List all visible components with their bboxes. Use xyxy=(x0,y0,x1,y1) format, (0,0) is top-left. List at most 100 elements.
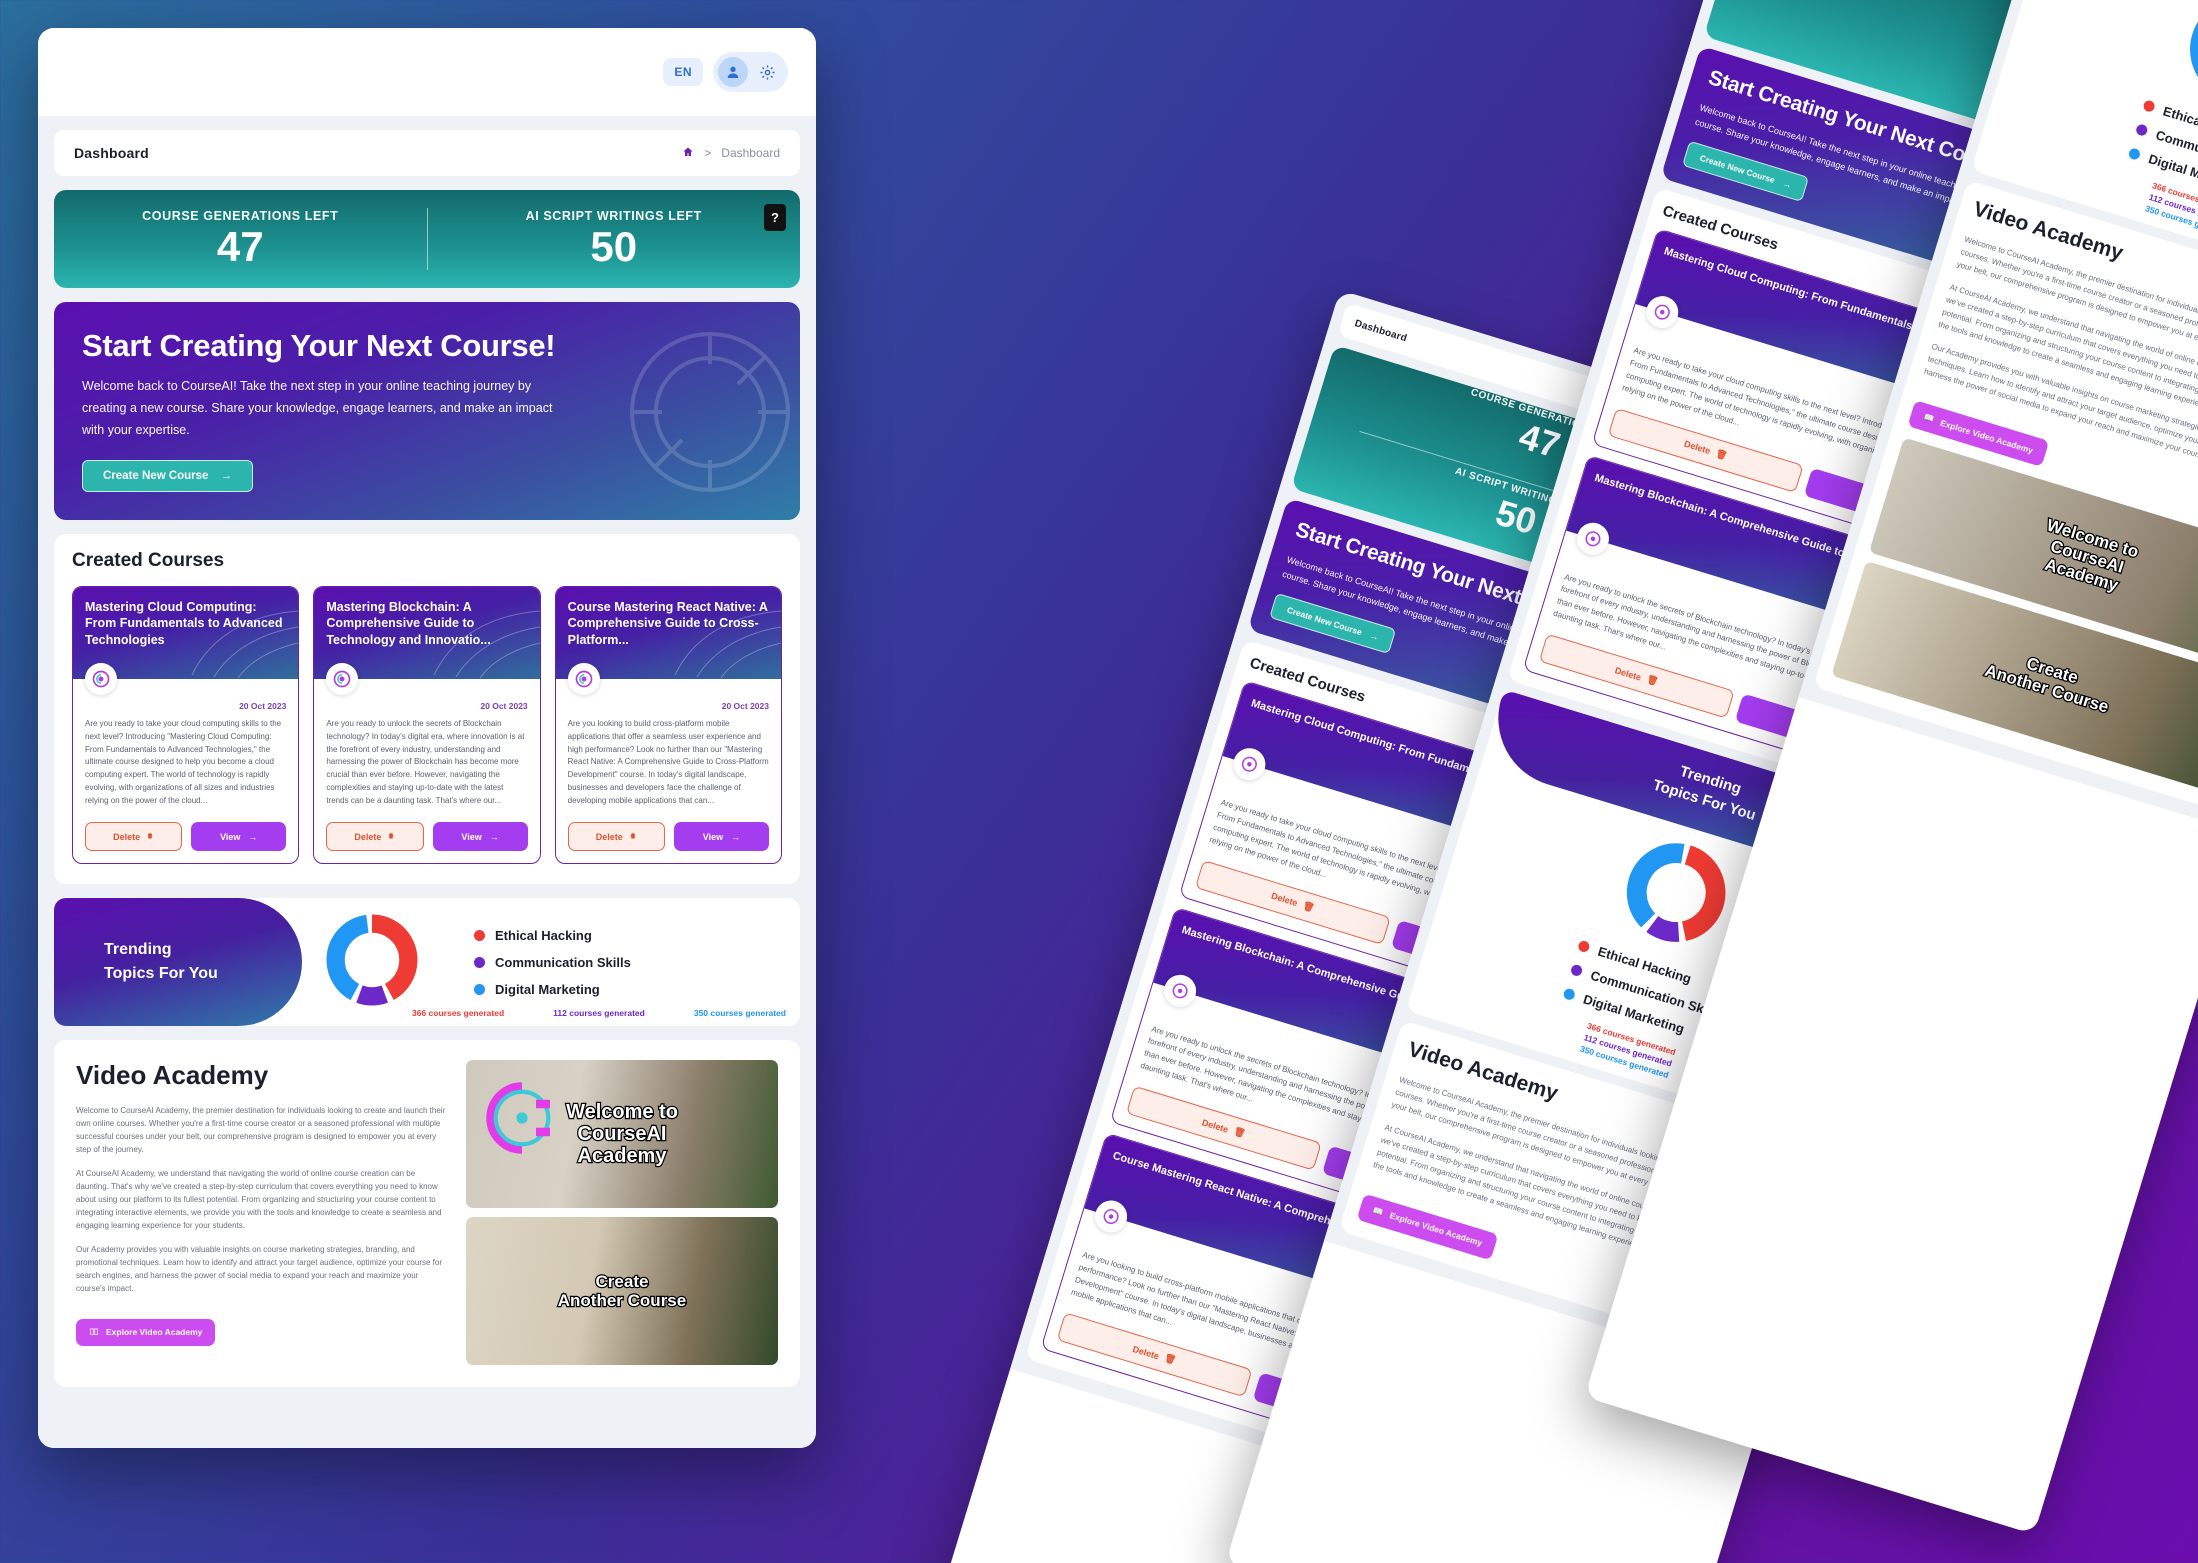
delete-label: Delete xyxy=(1270,890,1299,909)
video-caption: Welcome to CourseAI Academy xyxy=(2041,514,2142,596)
legend-label: Ethical Hacking xyxy=(495,927,592,943)
book-icon xyxy=(89,1327,99,1338)
trash-icon: 🗑 xyxy=(1301,899,1316,913)
course-card-header: Course Mastering React Native: A Compreh… xyxy=(555,586,781,695)
explore-video-academy-button[interactable]: Explore Video Academy xyxy=(76,1318,216,1346)
value-label-ethical-hacking: 366 courses generated xyxy=(412,1008,505,1019)
legend-item: Digital Marketing xyxy=(474,982,631,997)
delete-label: Delete xyxy=(1131,1343,1161,1362)
view-course-button[interactable]: View → xyxy=(191,822,287,852)
academy-paragraph: Our Academy provides you with valuable i… xyxy=(76,1244,442,1293)
course-card[interactable]: Course Mastering React Native: A Compreh… xyxy=(554,585,782,865)
stat-label: AI SCRIPT WRITINGS LEFT xyxy=(525,208,702,223)
create-new-course-label: Create New Course xyxy=(1285,604,1364,637)
course-description: Are you looking to build cross-platform … xyxy=(567,718,769,806)
course-card[interactable]: Mastering Cloud Computing: From Fundamen… xyxy=(72,585,300,865)
course-description: Are you ready to unlock the secrets of B… xyxy=(326,718,525,806)
trash-icon: 🗑 xyxy=(1714,447,1729,461)
legend-dot-ethical-hacking xyxy=(474,929,485,941)
user-avatar-icon[interactable] xyxy=(718,57,748,87)
view-label: View xyxy=(702,831,724,842)
course-logo-icon xyxy=(567,662,600,695)
legend-dot-digital-marketing xyxy=(2127,146,2141,161)
legend-dot-communication-skills xyxy=(1569,963,1583,978)
video-thumbnail[interactable]: Create Another Course xyxy=(466,1217,778,1366)
chart-legend: Ethical Hacking Communication Skills Dig… xyxy=(474,928,631,997)
legend-label: Digital Marketing xyxy=(495,981,600,997)
chart-value-labels: 366 courses generated 112 courses genera… xyxy=(412,1008,786,1018)
delete-label: Delete xyxy=(595,831,623,842)
arrow-right-icon: → xyxy=(1781,177,1793,190)
video-caption: Create Another Course xyxy=(557,1271,688,1312)
trash-icon xyxy=(387,831,395,842)
book-icon: 📖 xyxy=(1371,1205,1385,1218)
app-topbar: EN xyxy=(38,28,816,116)
video-academy-section: Video Academy Welcome to CourseAI Academ… xyxy=(54,1040,800,1388)
delete-label: Delete xyxy=(354,831,382,842)
delete-label: Delete xyxy=(1200,1117,1230,1135)
legend-dot-digital-marketing xyxy=(474,983,485,995)
view-label: View xyxy=(220,831,241,842)
donut-chart xyxy=(324,912,420,1013)
view-course-button[interactable]: View → xyxy=(432,822,528,852)
donut-chart-svg xyxy=(326,914,418,1006)
decorative-arcs-icon xyxy=(191,610,299,678)
trash-icon: 🗑 xyxy=(1232,1126,1247,1140)
delete-course-button[interactable]: Delete xyxy=(85,822,183,852)
academy-text-column: Video Academy Welcome to CourseAI Academ… xyxy=(76,1060,448,1365)
stat-ai-script-writings: AI SCRIPT WRITINGS LEFT 50 xyxy=(428,209,801,269)
legend-dot-ethical-hacking xyxy=(2141,98,2156,113)
decorative-arcs-icon xyxy=(433,610,540,678)
trash-icon xyxy=(629,831,637,842)
donut-chart xyxy=(1610,828,1741,963)
delete-course-button[interactable]: Delete xyxy=(326,822,424,852)
trending-title-block: Trending Topics For You xyxy=(54,898,302,1027)
stat-course-generations: COURSE GENERATIONS LEFT 47 xyxy=(54,209,427,269)
trash-icon: 🗑 xyxy=(1163,1352,1178,1366)
legend-dot-communication-skills xyxy=(474,956,485,968)
created-courses-section: Created Courses Mastering Cloud Computin… xyxy=(54,533,800,885)
academy-paragraph: At CourseAI Academy, we understand that … xyxy=(76,1169,442,1230)
course-card[interactable]: Mastering Blockchain: A Comprehensive Gu… xyxy=(313,585,541,865)
academy-video-column: Welcome to CourseAI Academy Create Anoth… xyxy=(466,1060,778,1366)
delete-label: Delete xyxy=(113,831,141,842)
hero-banner: Start Creating Your Next Course! Welcome… xyxy=(54,302,800,520)
breadcrumb-separator: > xyxy=(704,146,712,160)
academy-title: Video Academy xyxy=(76,1060,269,1091)
stat-label: COURSE GENERATIONS LEFT xyxy=(142,208,339,223)
breadcrumb-trail: > Dashboard xyxy=(682,146,780,161)
course-card-list: Mastering Cloud Computing: From Fundamen… xyxy=(72,585,782,865)
stat-value: 50 xyxy=(1931,0,1981,3)
create-new-course-label: Create New Course xyxy=(1698,152,1777,185)
legend-dot-ethical-hacking xyxy=(1576,939,1591,954)
course-date: 20 Oct 2023 xyxy=(721,700,769,711)
delete-label: Delete xyxy=(1682,438,1712,457)
delete-course-button[interactable]: Delete xyxy=(567,822,665,852)
video-thumbnail[interactable]: Welcome to CourseAI Academy xyxy=(466,1060,778,1209)
legend-item: Communication Skills xyxy=(474,955,631,970)
dashboard-content: Dashboard > Dashboard COURSE GENERATIONS… xyxy=(38,116,816,1448)
create-new-course-label: Create New Course xyxy=(103,469,209,482)
help-icon[interactable]: ? xyxy=(764,204,786,231)
explore-label: Explore Video Academy xyxy=(1939,417,2035,456)
gear-icon[interactable] xyxy=(754,59,780,85)
course-card-actions: Delete View → xyxy=(326,822,528,852)
video-caption: Welcome to CourseAI Academy xyxy=(565,1099,679,1168)
create-new-course-button[interactable]: Create New Course → xyxy=(82,459,253,492)
donut-chart-svg xyxy=(2190,0,2198,102)
breadcrumb-current[interactable]: Dashboard xyxy=(721,146,780,160)
home-icon[interactable] xyxy=(682,146,694,161)
legend-label: Communication Skills xyxy=(495,954,631,970)
video-caption: Create Another Course xyxy=(1981,653,2112,718)
value-label-digital-marketing: 350 courses generated xyxy=(693,1008,786,1019)
explore-label: Explore Video Academy xyxy=(1388,1210,1484,1249)
view-course-button[interactable]: View → xyxy=(673,822,769,852)
language-selector[interactable]: EN xyxy=(663,58,703,86)
trending-chart-area: Ethical Hacking Communication Skills Dig… xyxy=(302,898,800,1026)
course-card-actions: Delete View → xyxy=(567,822,769,852)
arrow-right-icon: → xyxy=(1369,629,1381,642)
academy-paragraph: Welcome to CourseAI Academy, the premier… xyxy=(76,1106,446,1155)
chart-value-labels: 366 courses generated 112 courses genera… xyxy=(2144,180,2198,239)
course-card-body: 20 Oct 2023 Are you looking to build cro… xyxy=(556,679,781,864)
explore-label: Explore Video Academy xyxy=(106,1327,203,1338)
